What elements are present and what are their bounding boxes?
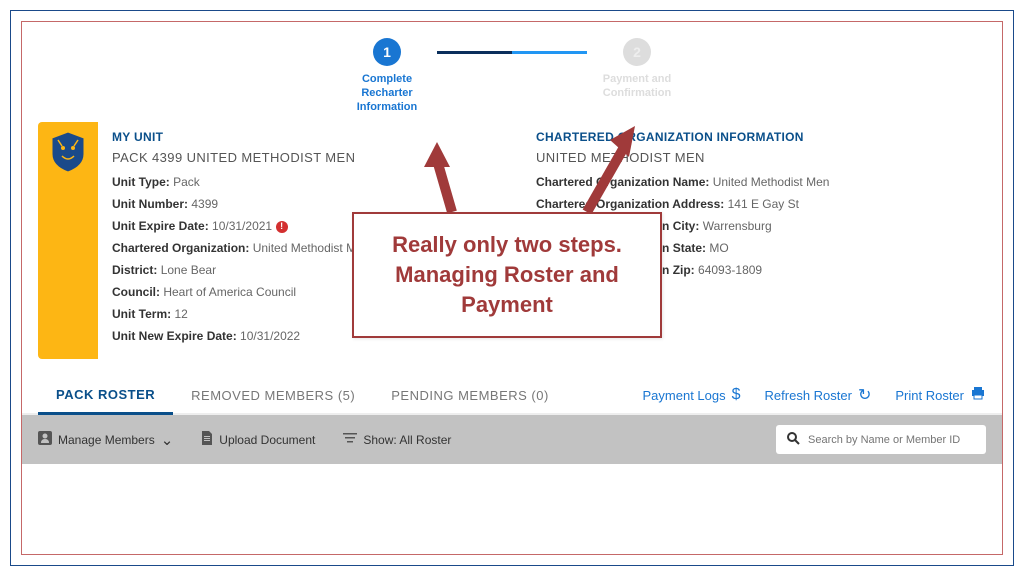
chartered-org-label: Chartered Organization: <box>112 241 249 255</box>
step-2-label: Payment and Confirmation <box>603 72 671 100</box>
payment-logs-label: Payment Logs <box>643 388 726 403</box>
chevron-down-icon: ⌄ <box>161 431 174 449</box>
manage-members-label: Manage Members <box>58 433 155 447</box>
refresh-icon: ↻ <box>858 385 871 405</box>
org-name-value: United Methodist Men <box>713 175 830 189</box>
expire-alert-icon[interactable] <box>276 221 288 233</box>
unit-type-label: Unit Type: <box>112 175 170 189</box>
printer-icon <box>970 386 986 405</box>
show-filter-button[interactable]: Show: All Roster <box>343 431 451 448</box>
step-2[interactable]: 2 Payment and Confirmation <box>587 38 687 100</box>
manage-members-button[interactable]: Manage Members ⌄ <box>38 431 173 449</box>
unit-type-value: Pack <box>173 175 200 189</box>
step-circle-2: 2 <box>623 38 651 66</box>
callout-arrow-left <box>422 142 472 222</box>
unit-term-label: Unit Term: <box>112 307 171 321</box>
step-1-label: Complete Recharter Information <box>357 72 418 114</box>
upload-document-button[interactable]: Upload Document <box>201 431 315 449</box>
unit-number-label: Unit Number: <box>112 197 188 211</box>
unit-expire-value: 10/31/2021 <box>212 219 272 233</box>
refresh-roster-link[interactable]: Refresh Roster ↻ <box>765 385 872 405</box>
print-roster-link[interactable]: Print Roster <box>895 386 986 405</box>
org-addr-value: 141 E Gay St <box>728 197 799 211</box>
document-icon <box>201 431 213 449</box>
unit-number-value: 4399 <box>191 197 218 211</box>
person-icon <box>38 431 52 449</box>
payment-logs-link[interactable]: Payment Logs $ <box>643 386 741 404</box>
search-icon <box>786 431 800 448</box>
org-city-value: Warrensburg <box>703 219 772 233</box>
dollar-icon: $ <box>732 386 741 404</box>
unit-new-expire-label: Unit New Expire Date: <box>112 329 237 343</box>
roster-toolbar: Manage Members ⌄ Upload Document Show: A… <box>22 415 1002 464</box>
district-value: Lone Bear <box>161 263 216 277</box>
callout-line-3: Payment <box>366 290 648 320</box>
callout-line-2: Managing Roster and <box>366 260 648 290</box>
filter-icon <box>343 431 357 448</box>
search-box[interactable] <box>776 425 986 454</box>
search-input[interactable] <box>808 434 976 446</box>
wolf-badge-icon <box>48 130 88 174</box>
step-circle-1: 1 <box>373 38 401 66</box>
cub-scout-badge <box>38 122 98 359</box>
unit-expire-label: Unit Expire Date: <box>112 219 209 233</box>
council-label: Council: <box>112 285 160 299</box>
refresh-roster-label: Refresh Roster <box>765 388 852 403</box>
progress-stepper: 1 Complete Recharter Information 2 Payme… <box>22 22 1002 122</box>
tab-pending-members[interactable]: PENDING MEMBERS (0) <box>373 378 567 413</box>
show-filter-label: Show: All Roster <box>363 433 451 447</box>
upload-document-label: Upload Document <box>219 433 315 447</box>
step-connector <box>437 51 587 54</box>
unit-term-value: 12 <box>174 307 187 321</box>
tab-pack-roster[interactable]: PACK ROSTER <box>38 377 173 415</box>
unit-new-expire-value: 10/31/2022 <box>240 329 300 343</box>
callout-arrow-right <box>577 122 647 222</box>
print-roster-label: Print Roster <box>895 388 964 403</box>
callout-line-1: Really only two steps. <box>366 230 648 260</box>
org-state-value: MO <box>709 241 728 255</box>
tab-removed-members[interactable]: REMOVED MEMBERS (5) <box>173 378 373 413</box>
annotation-callout: Really only two steps. Managing Roster a… <box>352 212 662 338</box>
district-label: District: <box>112 263 157 277</box>
org-zip-value: 64093-1809 <box>698 263 762 277</box>
step-1[interactable]: 1 Complete Recharter Information <box>337 38 437 114</box>
council-value: Heart of America Council <box>163 285 296 299</box>
